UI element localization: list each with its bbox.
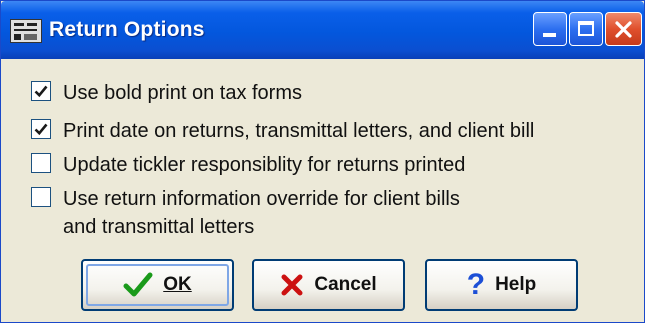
maximize-icon [578, 21, 594, 36]
help-button[interactable]: ? Help [425, 259, 578, 311]
print-date-checkbox[interactable] [31, 119, 51, 139]
return-info-override-checkbox[interactable] [31, 187, 51, 207]
cancel-button[interactable]: Cancel [252, 259, 405, 311]
bold-print-checkbox[interactable] [31, 81, 51, 101]
ok-button-label: OK [163, 274, 192, 295]
print-date-label: Print date on returns, transmittal lette… [63, 120, 535, 142]
help-button-label: Help [495, 274, 537, 295]
option-bold-print[interactable]: Use bold print on tax forms [31, 79, 302, 107]
option-print-date[interactable]: Print date on returns, transmittal lette… [31, 117, 534, 145]
option-update-tickler[interactable]: Update tickler responsiblity for returns… [31, 151, 465, 179]
cancel-button-label: Cancel [314, 274, 377, 295]
ok-button[interactable]: OK [81, 259, 234, 311]
return-options-dialog: Return Options Use bold print on tax for… [0, 0, 645, 323]
update-tickler-checkbox[interactable] [31, 153, 51, 173]
minimize-icon [543, 33, 556, 37]
minimize-button[interactable] [533, 12, 567, 46]
close-button[interactable] [605, 12, 642, 46]
window-title: Return Options [49, 18, 205, 41]
checkmark-icon [34, 85, 48, 98]
app-icon[interactable] [10, 19, 42, 43]
bold-print-label: Use bold print on tax forms [63, 82, 302, 104]
checkmark-icon [34, 123, 48, 136]
checkmark-icon [123, 272, 153, 298]
question-mark-icon: ? [466, 268, 486, 301]
maximize-button[interactable] [569, 12, 603, 46]
x-icon [280, 273, 304, 297]
focus-ring [86, 264, 229, 306]
close-icon [615, 21, 632, 38]
dialog-content: Use bold print on tax forms Print date o… [1, 59, 644, 322]
update-tickler-label: Update tickler responsiblity for returns… [63, 154, 466, 176]
option-return-info-override[interactable]: Use return information override for clie… [31, 185, 460, 241]
return-info-override-label: Use return information override for clie… [63, 188, 460, 238]
title-bar[interactable]: Return Options [1, 1, 644, 59]
